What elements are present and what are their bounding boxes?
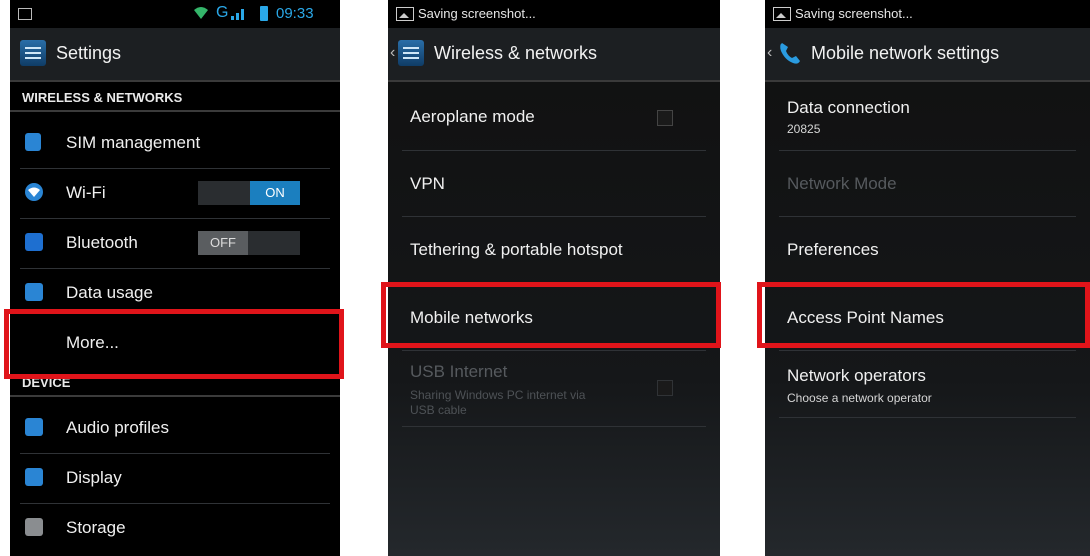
highlight-access-point-names: [757, 282, 1090, 348]
sim-icon: [25, 133, 41, 151]
sim-management-item[interactable]: SIM management: [10, 118, 340, 168]
page-title: Wireless & networks: [434, 43, 598, 63]
wifi-toggle[interactable]: ON: [198, 181, 300, 205]
bluetooth-toggle[interactable]: OFF: [198, 231, 300, 255]
aeroplane-mode-item[interactable]: Aeroplane mode: [410, 107, 535, 127]
display-icon: [25, 468, 43, 486]
status-text: Saving screenshot...: [795, 6, 913, 21]
aeroplane-mode-checkbox[interactable]: [657, 110, 673, 126]
usb-internet-checkbox: [657, 380, 673, 396]
storage-icon: [25, 518, 43, 536]
phone-icon[interactable]: [777, 40, 803, 66]
screenshot-icon: [773, 7, 791, 21]
signal-icon: [231, 9, 244, 20]
tethering-item[interactable]: Tethering & portable hotspot: [410, 240, 623, 260]
data-connection-subtitle: 20825: [787, 122, 821, 136]
network-type: G: [216, 4, 229, 21]
display-label: Display: [66, 468, 122, 487]
display-item[interactable]: Display: [10, 453, 340, 503]
section-wireless-networks: WIRELESS & NETWORKS: [10, 90, 340, 112]
data-usage-icon: [25, 283, 43, 301]
back-chevron-icon[interactable]: ‹: [390, 44, 395, 62]
settings-icon[interactable]: [398, 40, 424, 66]
page-title: Settings: [56, 43, 122, 63]
highlight-more: [4, 309, 344, 379]
action-bar: Settings: [10, 28, 340, 82]
network-operators-item[interactable]: Network operators: [787, 366, 926, 386]
storage-item[interactable]: Storage: [10, 503, 340, 553]
action-bar: ‹ Mobile network settings: [765, 28, 1090, 82]
wifi-status-icon: [194, 7, 208, 19]
back-chevron-icon[interactable]: ‹: [767, 44, 772, 62]
status-bar: Saving screenshot...: [765, 0, 1090, 28]
usb-internet-subtitle-2: USB cable: [410, 403, 467, 417]
bluetooth-label: Bluetooth: [66, 233, 138, 252]
audio-profiles-item[interactable]: Audio profiles: [10, 403, 340, 453]
usb-internet-item: USB Internet: [410, 362, 508, 381]
usb-internet-subtitle-1: Sharing Windows PC internet via: [410, 388, 586, 402]
page-title: Mobile network settings: [811, 43, 1000, 63]
wireless-networks-screen: Saving screenshot... ‹ Wireless & networ…: [388, 0, 720, 556]
mobile-network-settings-screen: Saving screenshot... ‹ Mobile network se…: [765, 0, 1090, 556]
status-text: Saving screenshot...: [418, 6, 536, 21]
network-mode-item: Network Mode: [787, 174, 897, 193]
status-bar: G 09:33: [10, 0, 340, 28]
bluetooth-toggle-off: OFF: [198, 231, 248, 255]
storage-label: Storage: [66, 518, 126, 537]
audio-profiles-label: Audio profiles: [66, 418, 170, 437]
screenshot-icon: [396, 7, 414, 21]
preferences-item[interactable]: Preferences: [787, 240, 879, 260]
highlight-mobile-networks: [381, 282, 721, 348]
wifi-label: Wi-Fi: [66, 183, 106, 202]
wifi-item[interactable]: Wi-Fi ON: [10, 168, 340, 218]
vpn-item[interactable]: VPN: [410, 174, 445, 194]
status-bar: Saving screenshot...: [388, 0, 720, 28]
action-bar: ‹ Wireless & networks: [388, 28, 720, 82]
screenshot-notification-icon: [18, 8, 32, 20]
data-connection-item[interactable]: Data connection: [787, 98, 910, 118]
clock: 09:33: [276, 5, 314, 22]
data-usage-label: Data usage: [66, 283, 153, 302]
settings-screen: G 09:33 Settings WIRELESS & NETWORKS SIM…: [10, 0, 340, 556]
battery-icon: [260, 6, 268, 21]
wifi-icon: [25, 183, 43, 201]
settings-icon[interactable]: [20, 40, 46, 66]
bluetooth-icon: [25, 233, 43, 251]
bluetooth-item[interactable]: Bluetooth OFF: [10, 218, 340, 268]
network-operators-subtitle: Choose a network operator: [787, 391, 932, 405]
audio-profiles-icon: [25, 418, 43, 436]
sim-label: SIM management: [66, 133, 201, 152]
wifi-toggle-on: ON: [250, 181, 300, 205]
